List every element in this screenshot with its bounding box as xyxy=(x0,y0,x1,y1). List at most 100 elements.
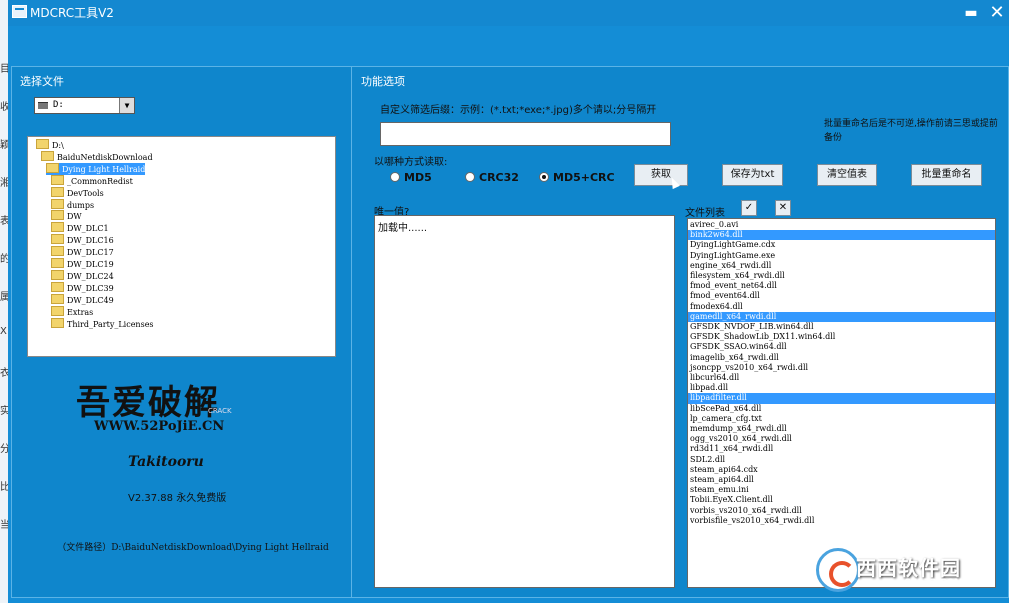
file-item[interactable]: filesystem_x64_rwdi.dll xyxy=(688,271,995,281)
folder-icon xyxy=(46,162,59,173)
file-item[interactable]: fmod_event64.dll xyxy=(688,291,995,301)
tree-item[interactable]: DW xyxy=(51,210,82,222)
unique-value-box[interactable]: 加载中...... xyxy=(374,215,675,588)
chevron-down-icon[interactable]: ▼ xyxy=(119,98,134,113)
tree-item[interactable]: DevTools xyxy=(51,186,104,199)
logo-title: 吾爱破解 xyxy=(76,383,220,423)
file-item[interactable]: fmodex64.dll xyxy=(688,302,995,312)
tree-item[interactable]: Extras xyxy=(51,305,93,318)
radio-icon xyxy=(465,172,475,182)
file-list[interactable]: avirec_0.avi bink2w64.dll DyingLightGame.c… xyxy=(687,218,996,588)
tree-item-label: D:\ xyxy=(52,141,64,150)
file-path-label: （文件路径）D:\BaiduNetdiskDownload\Dying Ligh… xyxy=(57,543,329,553)
file-item[interactable]: fmod_event_net64.dll xyxy=(688,281,995,291)
file-item[interactable]: steam_api64.cdx xyxy=(688,465,995,475)
folder-icon xyxy=(51,293,64,304)
folder-tree[interactable]: D:\ BaiduNetdiskDownload Dying Light Hellr… xyxy=(27,136,336,357)
author-name: Takitooru xyxy=(128,454,204,470)
uncheck-all-icon[interactable]: ✕ xyxy=(775,200,791,216)
file-item[interactable]: jsoncpp_vs2010_x64_rwdi.dll xyxy=(688,363,995,373)
file-item[interactable]: steam_api64.dll xyxy=(688,475,995,485)
save-txt-button[interactable]: 保存为txt xyxy=(722,164,783,186)
panel-title: 功能选项 xyxy=(361,75,405,88)
radio-md5[interactable]: MD5 xyxy=(390,171,432,184)
drive-select[interactable]: D: ▼ xyxy=(34,97,135,114)
file-item[interactable]: DyingLightGame.cdx xyxy=(688,240,995,250)
file-item[interactable]: vorbis_vs2010_x64_rwdi.dll xyxy=(688,506,995,516)
tree-item[interactable]: DW_DLC16 xyxy=(51,234,114,246)
tree-item-label: dumps xyxy=(67,200,95,210)
file-item[interactable]: GFSDK_SSAO.win64.dll xyxy=(688,342,995,352)
file-item[interactable]: libpad.dll xyxy=(688,383,995,393)
file-item[interactable]: rd3d11_x64_rwdi.dll xyxy=(688,444,995,454)
batch-rename-button[interactable]: 批量重命名 xyxy=(911,164,982,186)
radio-icon xyxy=(390,172,400,182)
drive-icon xyxy=(38,102,48,109)
unique-value-text: 加载中...... xyxy=(378,223,428,234)
file-item[interactable]: ogg_vs2010_x64_rwdi.dll xyxy=(688,434,995,444)
file-item[interactable]: memdump_x64_rwdi.dll xyxy=(688,424,995,434)
file-item-selected[interactable]: bink2w64.dll xyxy=(688,230,995,241)
check-all-icon[interactable]: ✓ xyxy=(741,200,757,216)
drive-value: D: xyxy=(53,100,64,110)
tree-item[interactable]: Third_Party_Licenses xyxy=(51,317,154,330)
file-item[interactable]: avirec_0.avi xyxy=(688,220,995,230)
file-item[interactable]: lp_camera_cfg.txt xyxy=(688,414,995,424)
tree-item[interactable]: BaiduNetdiskDownload xyxy=(41,150,153,163)
close-icon[interactable]: ✕ xyxy=(986,0,1008,26)
file-item[interactable]: GFSDK_NVDOF_LIB.win64.dll xyxy=(688,322,995,332)
watermark-text: 西西软件园 xyxy=(856,556,961,580)
folder-icon xyxy=(51,269,64,280)
file-item[interactable]: DyingLightGame.exe xyxy=(688,251,995,261)
tree-item[interactable]: DW_DLC24 xyxy=(51,269,114,282)
app-icon xyxy=(12,5,27,18)
watermark-logo-icon xyxy=(816,548,860,592)
folder-icon xyxy=(51,258,64,268)
file-item[interactable]: SDL2.dll xyxy=(688,455,995,465)
logo: 吾爱破解 WWW.52PoJiE.CN CRACK xyxy=(76,375,246,445)
radio-label: MD5 xyxy=(404,171,432,184)
folder-icon xyxy=(51,210,64,221)
tree-item[interactable]: DW_DLC39 xyxy=(51,281,114,294)
tree-item[interactable]: DW_DLC19 xyxy=(51,258,114,270)
tree-item-label: DW_DLC39 xyxy=(67,283,114,293)
file-item[interactable]: steam_emu.ini xyxy=(688,485,995,495)
file-item[interactable]: libcurl64.dll xyxy=(688,373,995,383)
logo-crack: CRACK xyxy=(208,407,232,415)
tree-item[interactable]: DW_DLC1 xyxy=(51,222,109,234)
folder-icon xyxy=(41,150,54,161)
tree-item-label: DW_DLC19 xyxy=(67,260,114,269)
tree-item-label: DW_DLC24 xyxy=(67,271,114,281)
file-item[interactable]: imagelib_x64_rwdi.dll xyxy=(688,353,995,363)
folder-icon xyxy=(51,174,64,185)
tree-item[interactable]: DW_DLC49 xyxy=(51,293,114,306)
fetch-button[interactable]: 获取 xyxy=(634,164,688,186)
tree-item[interactable]: dumps xyxy=(51,198,95,211)
file-item-selected[interactable]: libpadfilter.dll xyxy=(688,393,995,404)
tree-item-label: DevTools xyxy=(67,188,104,198)
file-item-selected[interactable]: gamedll_x64_rwdi.dll xyxy=(688,311,995,323)
tree-item-label: DW_DLC17 xyxy=(67,248,114,258)
tree-item-label: BaiduNetdiskDownload xyxy=(57,152,153,162)
file-item[interactable]: engine_x64_rwdi.dll xyxy=(688,261,995,271)
radio-md5-crc[interactable]: MD5+CRC xyxy=(539,171,615,184)
filter-input[interactable] xyxy=(380,122,671,146)
file-item[interactable]: Tobii.EyeX.Client.dll xyxy=(688,495,995,505)
tree-item[interactable]: D:\ xyxy=(36,139,64,151)
tree-item-selected[interactable]: Dying Light Hellraid xyxy=(46,162,146,175)
tree-item[interactable]: DW_DLC17 xyxy=(51,246,114,258)
title-bar[interactable]: MDCRC工具V2 ▬ ✕ xyxy=(8,0,1009,26)
file-item[interactable]: GFSDK_ShadowLib_DX11.win64.dll xyxy=(688,332,995,342)
file-item[interactable]: libScePad_x64.dll xyxy=(688,404,995,414)
tree-item[interactable]: _CommonRedist xyxy=(51,174,133,187)
folder-icon xyxy=(51,186,64,197)
clear-button[interactable]: 清空值表 xyxy=(817,164,877,186)
tree-item-label: DW xyxy=(67,212,82,222)
radio-crc32[interactable]: CRC32 xyxy=(465,171,519,184)
file-item[interactable]: vorbisfile_vs2010_x64_rwdi.dll xyxy=(688,516,995,526)
radio-checked-icon xyxy=(539,172,549,182)
folder-icon xyxy=(51,305,64,316)
minimize-icon[interactable]: ▬ xyxy=(960,0,982,26)
site-watermark: 西西软件园 CR173.COM xyxy=(816,546,1006,594)
logo-url: WWW.52PoJiE.CN xyxy=(94,419,225,434)
